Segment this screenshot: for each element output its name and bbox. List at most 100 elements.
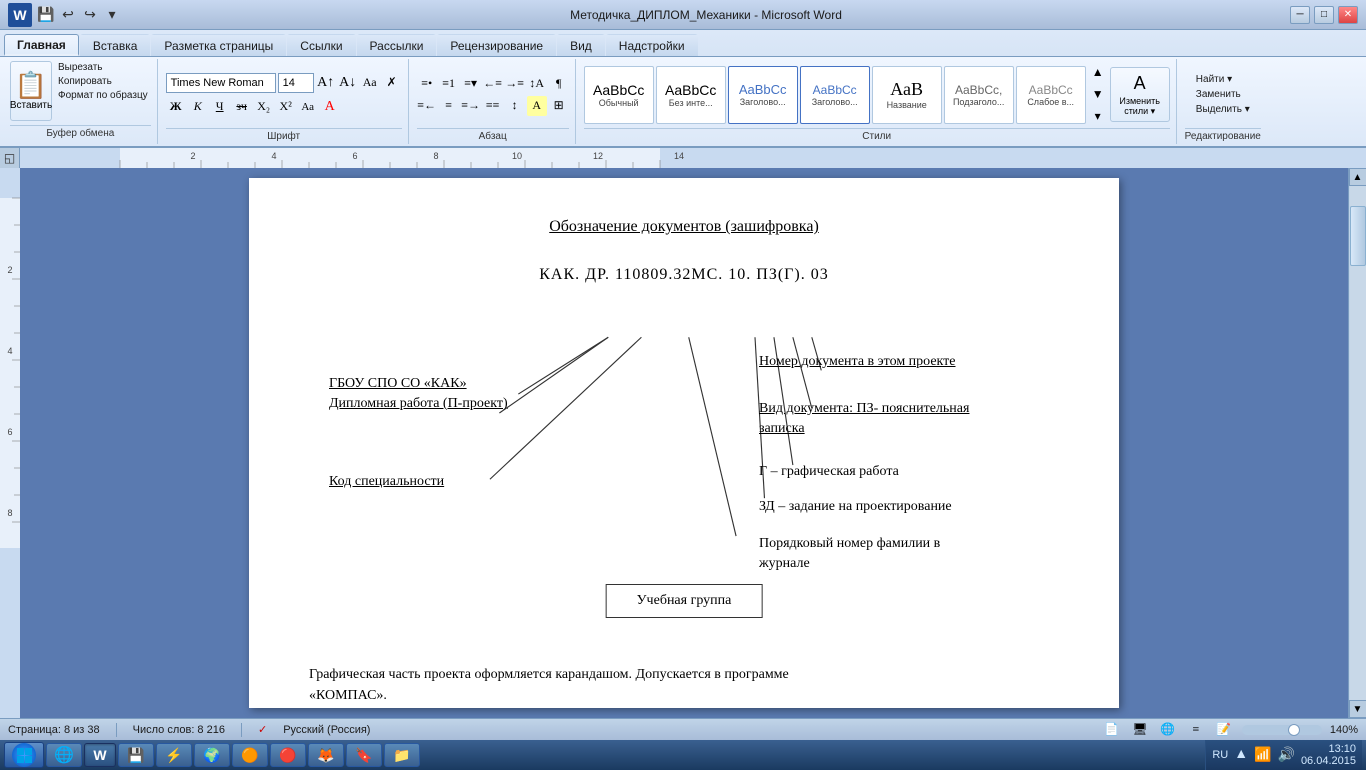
line-spacing-button[interactable]: ↕ <box>505 96 525 116</box>
minimize-button[interactable]: ─ <box>1290 6 1310 24</box>
restore-button[interactable]: □ <box>1314 6 1334 24</box>
select-button[interactable]: Выделить ▾ <box>1193 103 1253 116</box>
taskbar-explorer[interactable]: 📁 <box>384 743 420 767</box>
strikethrough-button[interactable]: зч <box>232 97 252 117</box>
svg-text:8: 8 <box>7 508 12 518</box>
view-draft-button[interactable]: 📝 <box>1214 720 1234 740</box>
show-formatting-button[interactable]: ¶ <box>549 74 569 94</box>
shrink-font-button[interactable]: A↓ <box>338 73 358 93</box>
subscript-button[interactable]: X₂ <box>254 97 274 117</box>
style-no-spacing[interactable]: AaBbCс Без инте... <box>656 66 726 124</box>
statusbar: Страница: 8 из 38 Число слов: 8 216 ✓ Ру… <box>0 718 1366 740</box>
shading-button[interactable]: A <box>527 96 547 116</box>
scroll-thumb[interactable] <box>1350 206 1366 266</box>
close-button[interactable]: ✕ <box>1338 6 1358 24</box>
tab-insert[interactable]: Вставка <box>80 34 151 56</box>
taskbar-app5[interactable]: 🌍 <box>194 743 230 767</box>
taskbar-word[interactable]: W <box>84 743 116 767</box>
change-case-button[interactable]: Аа <box>360 73 380 93</box>
taskbar-firefox[interactable]: 🦊 <box>308 743 344 767</box>
tab-home[interactable]: Главная <box>4 34 79 56</box>
style-title-text: АаВ <box>890 79 923 100</box>
redo-button[interactable]: ↪ <box>80 5 100 25</box>
vertical-scrollbar[interactable]: ▲ ▼ <box>1348 168 1366 718</box>
taskbar-save[interactable]: 💾 <box>118 743 154 767</box>
cut-button[interactable]: Вырезать <box>55 61 151 74</box>
style-heading2[interactable]: AaBbCс Заголово... <box>800 66 870 124</box>
tray-date: 06.04.2015 <box>1301 755 1356 767</box>
borders-button[interactable]: ⊞ <box>549 96 569 116</box>
scroll-up-button[interactable]: ▲ <box>1349 168 1366 186</box>
replace-button[interactable]: Заменить <box>1193 88 1253 101</box>
styles-more[interactable]: ▾ <box>1088 107 1108 127</box>
view-normal-button[interactable]: 📄 <box>1102 720 1122 740</box>
superscript-button[interactable]: X² <box>276 97 296 117</box>
style-normal[interactable]: AaBbCс Обычный <box>584 66 654 124</box>
change-styles-button[interactable]: A Изменить стили ▾ <box>1110 67 1170 122</box>
font-name-box[interactable]: Times New Roman <box>166 73 276 93</box>
sort-button[interactable]: ↕A <box>527 74 547 94</box>
numbering-button[interactable]: ≡1 <box>439 74 459 94</box>
paste-button[interactable]: 📋 Вставить <box>10 61 52 121</box>
customize-button[interactable]: ▾ <box>102 5 122 25</box>
chrome-icon: 🌐 <box>54 745 74 765</box>
tab-review[interactable]: Рецензирование <box>437 34 556 56</box>
font-row: Times New Roman 14 A↑ A↓ Аа ✗ <box>166 73 402 93</box>
decrease-indent-button[interactable]: ←≡ <box>483 74 503 94</box>
label-num-doc-text: Номер документа в этом проекте <box>759 354 956 369</box>
status-separator-1 <box>116 723 117 737</box>
font-size-box[interactable]: 14 <box>278 73 314 93</box>
tab-mailings[interactable]: Рассылки <box>357 34 437 56</box>
system-tray: RU ▲ 📶 🔊 13:10 06.04.2015 <box>1205 740 1362 770</box>
style-heading1[interactable]: AaBbCс Заголово... <box>728 66 798 124</box>
zoom-slider[interactable] <box>1242 725 1322 735</box>
justify-button[interactable]: ≡≡ <box>483 96 503 116</box>
view-web-button[interactable]: 🌐 <box>1158 720 1178 740</box>
align-center-button[interactable]: ≡ <box>439 96 459 116</box>
tray-network-icon: 📶 <box>1254 747 1271 764</box>
align-left-button[interactable]: ≡← <box>417 96 437 116</box>
grow-font-button[interactable]: A↑ <box>316 73 336 93</box>
save-button[interactable]: 💾 <box>36 5 56 25</box>
find-button[interactable]: Найти ▾ <box>1193 73 1253 86</box>
view-fullscreen-button[interactable]: 🖥 <box>1130 720 1150 740</box>
style-subtitle[interactable]: AaBbCc, Подзаголо... <box>944 66 1014 124</box>
tab-references[interactable]: Ссылки <box>287 34 355 56</box>
underline-button[interactable]: Ч <box>210 97 230 117</box>
styles-scroll-up[interactable]: ▲ <box>1088 63 1108 83</box>
ruler-corner[interactable]: ◱ <box>0 148 20 168</box>
undo-button[interactable]: ↩ <box>58 5 78 25</box>
format-painter-button[interactable]: Формат по образцу <box>55 89 151 102</box>
start-button[interactable] <box>4 742 44 768</box>
clear-format-button[interactable]: ✗ <box>382 73 402 93</box>
style-title[interactable]: АаВ Название <box>872 66 942 124</box>
scroll-down-button[interactable]: ▼ <box>1349 700 1366 718</box>
scroll-track[interactable] <box>1350 186 1366 700</box>
multilevel-list-button[interactable]: ≡▾ <box>461 74 481 94</box>
taskbar-app4[interactable]: ⚡ <box>156 743 192 767</box>
bold-button[interactable]: Ж <box>166 97 186 117</box>
tab-view[interactable]: Вид <box>557 34 605 56</box>
align-right-button[interactable]: ≡→ <box>461 96 481 116</box>
taskbar-app6[interactable]: 🟠 <box>232 743 268 767</box>
svg-text:10: 10 <box>512 151 522 161</box>
view-outline-button[interactable]: ≡ <box>1186 720 1206 740</box>
taskbar-chrome[interactable]: 🌐 <box>46 743 82 767</box>
style-subtle[interactable]: AaBbCc Слабое в... <box>1016 66 1086 124</box>
tab-page-layout[interactable]: Разметка страницы <box>151 34 286 56</box>
font-color-button[interactable]: А <box>320 97 340 117</box>
font-format-row: Ж К Ч зч X₂ X² Аа А <box>166 97 402 117</box>
increase-indent-button[interactable]: →≡ <box>505 74 525 94</box>
styles-scroll-down[interactable]: ▼ <box>1088 85 1108 105</box>
taskbar-app7[interactable]: 🔴 <box>270 743 306 767</box>
text-highlight-button[interactable]: Аа <box>298 97 318 117</box>
firefox-icon: 🦊 <box>317 747 334 764</box>
tab-addins[interactable]: Надстройки <box>606 34 698 56</box>
styles-group: AaBbCс Обычный AaBbCс Без инте... AaBbCс… <box>578 59 1177 144</box>
taskbar-app9[interactable]: 🔖 <box>346 743 382 767</box>
italic-button[interactable]: К <box>188 97 208 117</box>
label-order: Порядковый номер фамилии в журнале <box>759 534 1039 573</box>
window-title: Методичка_ДИПЛОМ_Механики - Microsoft Wo… <box>122 8 1290 22</box>
bullets-button[interactable]: ≡• <box>417 74 437 94</box>
copy-button[interactable]: Копировать <box>55 75 151 88</box>
